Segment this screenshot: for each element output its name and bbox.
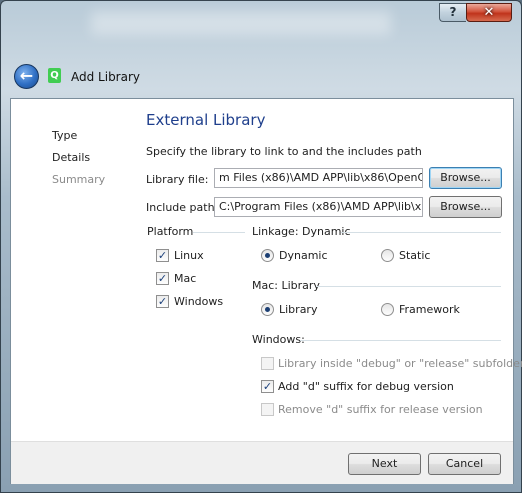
cancel-button[interactable]: Cancel: [428, 453, 501, 475]
window-frame: ? ✕ ← Q Add Library Type Details Summary…: [0, 0, 522, 493]
include-path-input[interactable]: C:\Program Files (x86)\AMD APP\lib\x86: [214, 197, 423, 217]
window-title: Add Library: [71, 70, 141, 84]
static-radio[interactable]: [381, 249, 394, 262]
mac-divider: [316, 286, 501, 287]
sidebar-item-details: Details: [52, 151, 91, 164]
library-file-label: Library file:: [146, 173, 209, 186]
debug-suffix-label: Add "d" suffix for debug version: [278, 380, 454, 393]
library-file-browse-button[interactable]: Browse...: [429, 167, 502, 189]
windows-label: Windows: [174, 295, 224, 308]
windows-divider: [300, 340, 501, 341]
subfolder-label: Library inside "debug" or "release" subf…: [278, 357, 522, 370]
platform-group-label: Platform: [147, 225, 194, 238]
back-arrow-icon: ←: [19, 66, 34, 85]
release-suffix-label: Remove "d" suffix for release version: [278, 403, 483, 416]
sidebar-item-type: Type: [52, 129, 78, 142]
page-title: External Library: [146, 111, 266, 129]
wizard-footer: Next Cancel: [11, 441, 513, 484]
platform-divider: [193, 232, 245, 233]
static-label: Static: [399, 249, 431, 262]
sidebar-item-summary: Summary: [52, 173, 106, 186]
subfolder-checkbox[interactable]: [261, 357, 274, 370]
background-blur: [91, 11, 391, 35]
library-radio[interactable]: [261, 303, 274, 316]
framework-radio[interactable]: [381, 303, 394, 316]
framework-label: Framework: [399, 303, 460, 316]
wizard-client-area: Type Details Summary External Library Sp…: [10, 98, 522, 484]
release-suffix-checkbox[interactable]: [261, 403, 274, 416]
linkage-divider: [341, 232, 501, 233]
qt-creator-icon: Q: [48, 68, 61, 83]
library-label: Library: [279, 303, 318, 316]
linux-checkbox[interactable]: ✓: [156, 249, 169, 262]
mac-group-label: Mac: Library: [252, 279, 320, 292]
next-button[interactable]: Next: [348, 453, 421, 475]
close-button[interactable]: ✕: [466, 3, 512, 22]
page-description: Specify the library to link to and the i…: [146, 145, 422, 158]
include-path-label: Include path:: [146, 201, 219, 214]
mac-label: Mac: [174, 272, 197, 285]
linux-label: Linux: [174, 249, 204, 262]
linkage-group-label: Linkage: Dynamic: [252, 225, 351, 238]
debug-suffix-checkbox[interactable]: ✓: [261, 380, 274, 393]
dynamic-radio[interactable]: [261, 249, 274, 262]
windows-group-label: Windows:: [252, 333, 305, 346]
windows-checkbox[interactable]: ✓: [156, 295, 169, 308]
library-file-input[interactable]: m Files (x86)\AMD APP\lib\x86\OpenCL.lib: [214, 168, 423, 188]
dynamic-label: Dynamic: [279, 249, 328, 262]
mac-checkbox[interactable]: ✓: [156, 272, 169, 285]
include-path-browse-button[interactable]: Browse...: [429, 196, 502, 218]
back-button[interactable]: ←: [14, 64, 39, 89]
help-button[interactable]: ?: [439, 3, 466, 22]
